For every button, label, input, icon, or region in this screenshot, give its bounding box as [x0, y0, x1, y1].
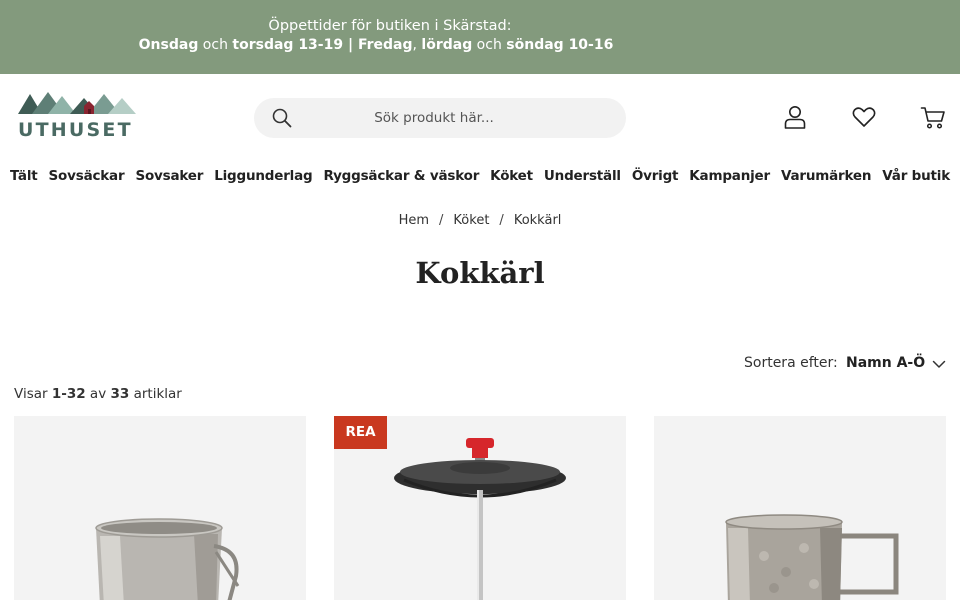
search-icon[interactable] [272, 108, 292, 128]
product-count: Visar 1-32 av 33 artiklar [14, 386, 182, 402]
count-range: 1-32 [51, 386, 86, 402]
nav-item-sovsackar[interactable]: Sovsäckar [43, 168, 130, 190]
breadcrumb-separator: / [499, 213, 504, 228]
nav-item-var-butik[interactable]: Vår butik [877, 168, 956, 190]
breadcrumb-koket[interactable]: Köket [453, 213, 489, 228]
brand-wordmark: UTHUSET [18, 119, 133, 141]
opening-days-3: lördag [421, 37, 473, 53]
opening-conj-2: och [472, 37, 507, 53]
chevron-down-icon[interactable] [932, 357, 946, 371]
nav-item-understall[interactable]: Underställ [538, 168, 626, 190]
nav-item-kampanjer[interactable]: Kampanjer [684, 168, 776, 190]
cart-icon[interactable] [920, 104, 946, 130]
titanium-mug-image [95, 518, 240, 600]
user-icon[interactable] [782, 104, 808, 130]
announcement-bar: Öppettider för butiken i Skärstad: Onsda… [0, 0, 960, 74]
forest-logo-icon [18, 92, 136, 114]
page-title: Kokkärl [415, 256, 545, 290]
nav-item-ovrigt[interactable]: Övrigt [626, 168, 683, 190]
product-card[interactable] [14, 416, 306, 600]
nav-item-sovsaker[interactable]: Sovsaker [130, 168, 209, 190]
opening-conj-1: och [198, 37, 233, 53]
heart-icon[interactable] [851, 104, 877, 130]
breadcrumb-home[interactable]: Hem [399, 213, 429, 228]
main-navigation: Tält Sovsäckar Sovsaker Liggunderlag Ryg… [0, 168, 960, 190]
count-suffix: artiklar [129, 386, 182, 402]
nav-item-talt[interactable]: Tält [5, 168, 44, 190]
sort-label: Sortera efter: [744, 355, 838, 371]
count-middle: av [85, 386, 111, 402]
nav-item-ryggsackar[interactable]: Ryggsäckar & väskor [318, 168, 485, 190]
opening-days-1: Onsdag [138, 37, 199, 53]
opening-days-4: söndag 10-16 [506, 37, 614, 53]
search-input[interactable] [314, 98, 614, 138]
opening-hours-heading: Öppettider för butiken i Skärstad: [268, 18, 512, 34]
opening-days-2: torsdag 13-19 | Fredag [232, 37, 413, 53]
product-card[interactable]: REA [334, 416, 626, 600]
hammered-titanium-mug-image [725, 514, 899, 600]
sort-dropdown[interactable]: Sortera efter: Namn A-Ö [744, 354, 954, 374]
brand-logo[interactable]: UTHUSET [18, 92, 142, 142]
nav-item-liggunderlag[interactable]: Liggunderlag [209, 168, 318, 190]
nav-item-varumarken[interactable]: Varumärken [775, 168, 876, 190]
search-bar[interactable] [254, 98, 626, 138]
sale-badge: REA [334, 416, 387, 449]
breadcrumb-separator: / [439, 213, 444, 228]
nav-item-koket[interactable]: Köket [485, 168, 539, 190]
opening-hours-text: Onsdag och torsdag 13-19 | Fredag, lörda… [0, 37, 752, 53]
count-total: 33 [110, 386, 130, 402]
sort-selected-value[interactable]: Namn A-Ö [846, 355, 925, 371]
breadcrumb: Hem / Köket / Kokkärl [0, 213, 960, 228]
product-card[interactable] [654, 416, 946, 600]
count-prefix: Visar [14, 386, 52, 402]
breadcrumb-current: Kokkärl [513, 213, 562, 228]
